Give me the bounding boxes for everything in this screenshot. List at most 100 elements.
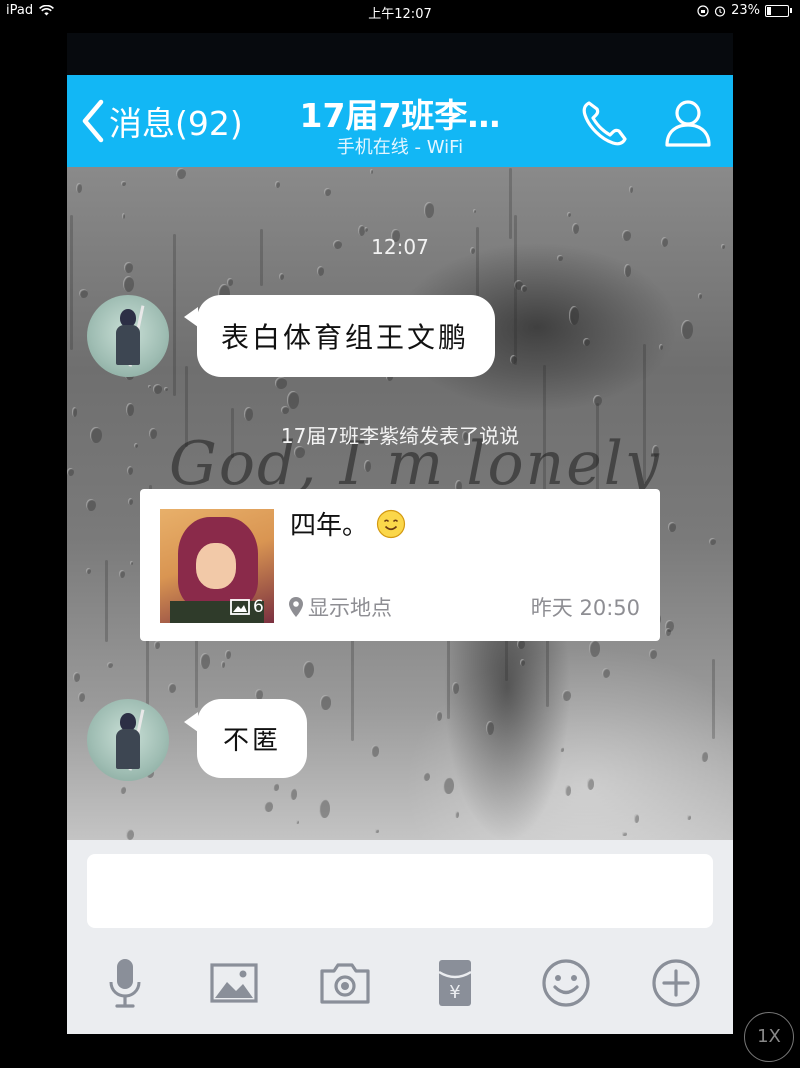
back-button[interactable]: 消息(92) bbox=[81, 97, 243, 145]
raindrop bbox=[227, 278, 234, 286]
raindrop bbox=[320, 695, 331, 710]
post-text: 四年。 bbox=[290, 511, 369, 541]
raindrop bbox=[152, 384, 163, 394]
raindrop bbox=[272, 783, 280, 792]
raindrop bbox=[709, 537, 716, 546]
post-thumbnail[interactable]: 6 bbox=[160, 509, 274, 623]
raindrop bbox=[278, 273, 285, 281]
image-icon bbox=[230, 599, 250, 615]
zoom-button[interactable]: 1X bbox=[744, 1012, 794, 1062]
rain-streak bbox=[508, 168, 512, 239]
system-notice: 17届7班李紫绮发表了说说 bbox=[280, 424, 520, 448]
raindrop bbox=[455, 811, 460, 819]
nav-bar: 消息(92) 17届7班李… 手机在线 - WiFi bbox=[67, 75, 733, 167]
raindrop bbox=[302, 661, 314, 679]
more-button[interactable] bbox=[649, 956, 703, 1010]
message-bubble[interactable]: 表白体育组王文鹏 bbox=[197, 295, 496, 377]
raindrop bbox=[128, 497, 134, 505]
raindrop bbox=[586, 778, 595, 790]
chat-area[interactable]: God, I m lonely 12:07 表白体育组王文鹏 17届7班李紫绮发… bbox=[67, 167, 733, 840]
message-input[interactable] bbox=[87, 854, 713, 928]
raindrop bbox=[562, 689, 572, 702]
raindrop bbox=[264, 800, 273, 813]
avatar[interactable] bbox=[87, 699, 169, 781]
message-bubble[interactable]: 不匿 bbox=[197, 699, 308, 778]
raindrop bbox=[125, 402, 134, 417]
raindrop bbox=[435, 711, 442, 721]
smile-emoji-icon bbox=[376, 509, 406, 538]
red-packet-glyph: ¥ bbox=[449, 982, 460, 1003]
back-label: 消息(92) bbox=[109, 104, 243, 143]
raindrop bbox=[667, 521, 677, 532]
rain-streak bbox=[105, 559, 109, 642]
voice-button[interactable] bbox=[98, 956, 152, 1010]
raindrop bbox=[572, 222, 580, 234]
raindrop bbox=[78, 692, 86, 703]
raindrop bbox=[451, 682, 460, 695]
raindrop bbox=[289, 788, 297, 800]
status-time: 上午12:07 bbox=[368, 7, 432, 22]
raindrop bbox=[319, 798, 331, 819]
raindrop bbox=[199, 653, 210, 669]
emoji-button[interactable] bbox=[539, 956, 593, 1010]
person-icon bbox=[665, 100, 711, 147]
call-button[interactable] bbox=[579, 95, 633, 149]
raindrop bbox=[287, 391, 299, 409]
raindrop bbox=[486, 721, 495, 736]
raindrop bbox=[119, 785, 126, 794]
raindrop bbox=[473, 209, 477, 213]
raindrop bbox=[129, 560, 134, 565]
chevron-left-icon bbox=[82, 99, 104, 143]
avatar[interactable] bbox=[87, 295, 169, 377]
raindrop bbox=[86, 498, 96, 511]
raindrop bbox=[127, 465, 134, 476]
post-time: 昨天 20:50 bbox=[530, 596, 640, 620]
raindrop bbox=[295, 819, 300, 825]
raindrop bbox=[622, 831, 627, 837]
raindrop bbox=[175, 167, 186, 179]
chat-app: 消息(92) 17届7班李… 手机在线 - WiFi God, I m lone… bbox=[67, 33, 733, 1034]
message-timestamp: 12:07 bbox=[371, 235, 429, 259]
raindrop bbox=[697, 293, 702, 299]
raindrop bbox=[220, 661, 226, 669]
raindrop bbox=[154, 640, 160, 649]
profile-button[interactable] bbox=[661, 95, 715, 149]
raindrop bbox=[519, 659, 525, 666]
raindrop bbox=[423, 202, 434, 218]
raindrop bbox=[369, 169, 373, 174]
online-status: 手机在线 - WiFi bbox=[336, 137, 464, 158]
camera-button[interactable] bbox=[318, 956, 372, 1010]
raindrop bbox=[375, 828, 379, 834]
battery-icon bbox=[765, 4, 789, 17]
raindrop bbox=[118, 569, 125, 579]
post-location[interactable]: 显示地点 bbox=[288, 592, 392, 622]
plus-icon bbox=[652, 959, 700, 1007]
raindrop bbox=[225, 649, 231, 659]
raindrop bbox=[568, 306, 580, 326]
raindrop bbox=[628, 186, 633, 193]
raindrop bbox=[658, 343, 663, 351]
raindrop bbox=[164, 386, 168, 391]
microphone-icon bbox=[109, 959, 141, 1008]
rain-streak bbox=[711, 658, 715, 739]
raindrop bbox=[701, 751, 709, 762]
status-bar: iPad 上午12:07 23% bbox=[0, 0, 800, 22]
raindrop bbox=[71, 407, 77, 417]
shared-post-card[interactable]: 6 四年。 显示地点 昨天 20:50 bbox=[140, 489, 660, 641]
location-label: 显示地点 bbox=[308, 596, 392, 620]
raindrop bbox=[126, 828, 135, 840]
photo-button[interactable] bbox=[207, 956, 261, 1010]
raindrop bbox=[443, 777, 454, 795]
raindrop bbox=[147, 384, 151, 389]
raindrop bbox=[664, 628, 671, 636]
message-text: 不匿 bbox=[223, 726, 282, 756]
raindrop bbox=[316, 266, 324, 277]
raindrop bbox=[601, 668, 610, 679]
raindrop bbox=[564, 784, 571, 796]
input-toolbar: ¥ bbox=[67, 950, 733, 1020]
raindrop bbox=[168, 683, 177, 694]
raindrop bbox=[78, 289, 88, 298]
raindrop bbox=[633, 813, 639, 823]
message-text: 表白体育组王文鹏 bbox=[221, 321, 470, 354]
red-packet-button[interactable]: ¥ bbox=[428, 956, 482, 1010]
